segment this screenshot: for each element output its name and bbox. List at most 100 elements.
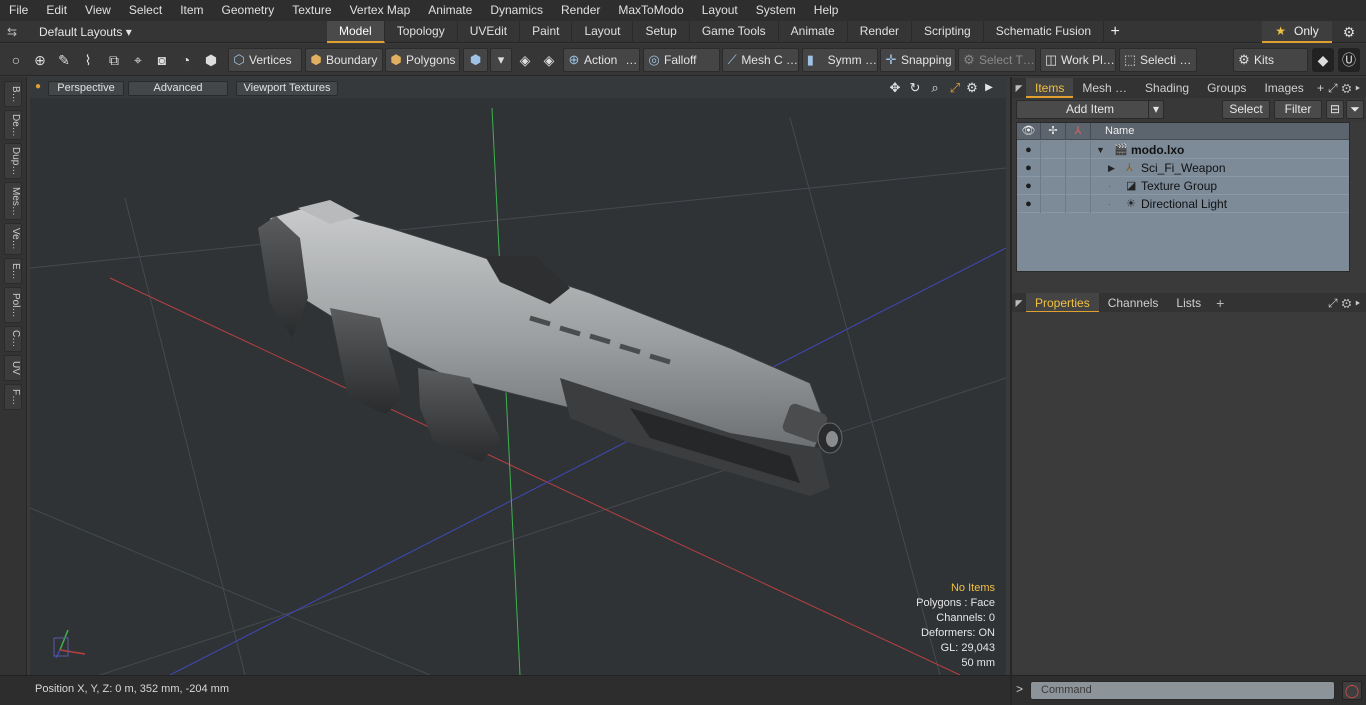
eye-icon[interactable]: ● — [1017, 177, 1041, 195]
menu-edit[interactable]: Edit — [37, 0, 76, 21]
menu-vertex-map[interactable]: Vertex Map — [341, 0, 420, 21]
tab-items[interactable]: Items — [1026, 78, 1074, 98]
snap-sphere-icon[interactable]: ◈ — [538, 48, 560, 72]
mode-dropdown-button[interactable]: ▾ — [490, 48, 512, 72]
vertices-button[interactable]: ⬡ Vertices — [228, 48, 302, 72]
tab-game-tools[interactable]: Game Tools — [690, 21, 779, 43]
material-mode-button[interactable]: ⬢ — [463, 48, 488, 72]
record-macro-icon[interactable]: ◯ — [1342, 681, 1362, 700]
action-center-button[interactable]: ⊕ Action… — [563, 48, 640, 72]
add-item-dropdown-icon[interactable]: ▾ — [1148, 100, 1164, 119]
kits-button[interactable]: ⚙ Kits — [1233, 48, 1308, 72]
circle-select-icon[interactable]: ○ — [5, 48, 27, 72]
clock-icon[interactable]: ◔ — [175, 48, 197, 72]
polygons-button[interactable]: ⬢ Polygons — [385, 48, 460, 72]
tab-render[interactable]: Render — [848, 21, 913, 43]
add-tab-button[interactable]: + — [1104, 21, 1126, 43]
rotate-view-icon[interactable]: ↻ — [906, 80, 924, 96]
collapse-all-icon[interactable]: ⊟ — [1326, 100, 1344, 119]
menu-dynamics[interactable]: Dynamics — [481, 0, 552, 21]
viewport-gear-icon[interactable]: ⚙ — [963, 80, 981, 96]
strip-tab-basic[interactable]: B… — [4, 81, 22, 107]
expand-triangle-icon[interactable]: ▼ — [1096, 141, 1105, 159]
strip-tab-curve[interactable]: C… — [4, 326, 22, 352]
filter-button[interactable]: Filter — [1274, 100, 1322, 119]
name-column-header[interactable]: Name — [1091, 123, 1349, 140]
tree-row-scene[interactable]: ● ▼ 🎬 modo.lxo — [1017, 141, 1349, 159]
globe-icon[interactable]: ⊕ — [29, 48, 51, 72]
boundary-button[interactable]: ⬢ Boundary — [305, 48, 383, 72]
add-item-button[interactable]: Add Item — [1016, 100, 1164, 119]
layout-selector[interactable]: ⇆ Default Layouts ▾ — [5, 21, 132, 43]
panel-controls-icons[interactable]: +⤢⚙▸ — [1317, 78, 1364, 98]
tab-layout[interactable]: Layout — [572, 21, 634, 43]
strip-tab-deform[interactable]: De… — [4, 110, 22, 140]
menu-file[interactable]: File — [0, 0, 37, 21]
only-button[interactable]: ★ Only — [1262, 21, 1332, 43]
move-view-icon[interactable]: ✥ — [886, 80, 904, 96]
element-icon[interactable]: ◙ — [151, 48, 173, 72]
tab-schematic-fusion[interactable]: Schematic Fusion — [984, 21, 1105, 43]
select-through-button[interactable]: ⚙ Select T… — [958, 48, 1036, 72]
symmetry-button[interactable]: ▮ Symm … — [802, 48, 878, 72]
tab-lists[interactable]: Lists — [1167, 293, 1210, 313]
lock-column-icon[interactable]: ✢ — [1041, 123, 1066, 140]
item-mode-icon[interactable]: ⬢ — [200, 48, 222, 72]
unreal-icon[interactable]: Ⓤ — [1338, 48, 1360, 72]
strip-tab-polygon[interactable]: Pol… — [4, 287, 22, 323]
pen-icon[interactable]: ✎ — [53, 48, 75, 72]
eye-icon[interactable]: ● — [1017, 195, 1041, 213]
tab-channels[interactable]: Channels — [1099, 293, 1168, 313]
maximize-view-icon[interactable]: ⤢ — [946, 80, 964, 96]
strip-tab-edge[interactable]: E… — [4, 258, 22, 284]
mesh-constraint-button[interactable]: ⟋ Mesh C … — [722, 48, 799, 72]
strip-tab-uv[interactable]: UV — [4, 355, 22, 381]
tab-setup[interactable]: Setup — [633, 21, 690, 43]
brush-icon[interactable]: ⌇ — [77, 48, 99, 72]
tree-scrollbar[interactable] — [1350, 122, 1364, 272]
menu-layout[interactable]: Layout — [693, 0, 747, 21]
command-input[interactable]: Command — [1030, 681, 1335, 700]
tab-animate[interactable]: Animate — [779, 21, 848, 43]
selection-sets-button[interactable]: ⬚ Selecti … — [1119, 48, 1197, 72]
menu-select[interactable]: Select — [120, 0, 171, 21]
menu-geometry[interactable]: Geometry — [213, 0, 284, 21]
tree-row-texture-group[interactable]: ● · ◪ Texture Group — [1017, 177, 1349, 195]
strip-tab-fusion[interactable]: F… — [4, 384, 22, 410]
menu-item[interactable]: Item — [171, 0, 212, 21]
menu-system[interactable]: System — [747, 0, 805, 21]
panel-collapse-icon[interactable]: ◤ — [1012, 298, 1026, 309]
align-icon[interactable]: ⧉ — [103, 48, 125, 72]
eye-icon[interactable]: ● — [1017, 141, 1041, 159]
perspective-button[interactable]: Perspective — [48, 81, 124, 96]
tree-row-mesh[interactable]: ● ▶ ⅄ Sci_Fi_Weapon — [1017, 159, 1349, 177]
strip-tab-mesh-edit[interactable]: Mes… — [4, 182, 22, 220]
tab-model[interactable]: Model — [327, 21, 385, 43]
zoom-view-icon[interactable]: ⌕ — [926, 80, 944, 96]
tab-paint[interactable]: Paint — [520, 21, 573, 43]
menu-texture[interactable]: Texture — [283, 0, 340, 21]
funnel-icon[interactable]: ⏷ — [1346, 100, 1364, 119]
symmetry-sphere-icon[interactable]: ◈ — [514, 48, 536, 72]
snapping-button[interactable]: ✛ Snapping — [880, 48, 956, 72]
locator-column-icon[interactable]: ⅄ — [1066, 123, 1091, 140]
add-panel-tab-button[interactable]: + — [1210, 293, 1230, 313]
3d-viewport[interactable]: ● Perspective Advanced Viewport Textures… — [30, 78, 1006, 675]
select-button[interactable]: Select — [1222, 100, 1270, 119]
panel-controls-icons[interactable]: ⤢⚙▸ — [1328, 293, 1364, 313]
gear-icon[interactable]: ⚙ — [1338, 21, 1360, 43]
tab-properties[interactable]: Properties — [1026, 293, 1099, 313]
layout-switch-icon[interactable]: ⇆ — [5, 25, 19, 39]
tab-groups[interactable]: Groups — [1198, 78, 1255, 98]
unity-icon[interactable]: ◆ — [1312, 48, 1334, 72]
falloff-button[interactable]: ◎ Falloff — [643, 48, 720, 72]
work-plane-button[interactable]: ◫ Work Pl… — [1040, 48, 1116, 72]
viewport-menu-arrow-icon[interactable]: ▶ — [980, 80, 998, 96]
eye-icon[interactable]: ● — [1017, 159, 1041, 177]
advanced-button[interactable]: Advanced — [128, 81, 228, 96]
tab-shading[interactable]: Shading — [1136, 78, 1198, 98]
menu-help[interactable]: Help — [805, 0, 848, 21]
tree-row-directional-light[interactable]: ● · ☀ Directional Light — [1017, 195, 1349, 213]
expand-triangle-icon[interactable]: ▶ — [1108, 159, 1115, 177]
tab-topology[interactable]: Topology — [385, 21, 458, 43]
